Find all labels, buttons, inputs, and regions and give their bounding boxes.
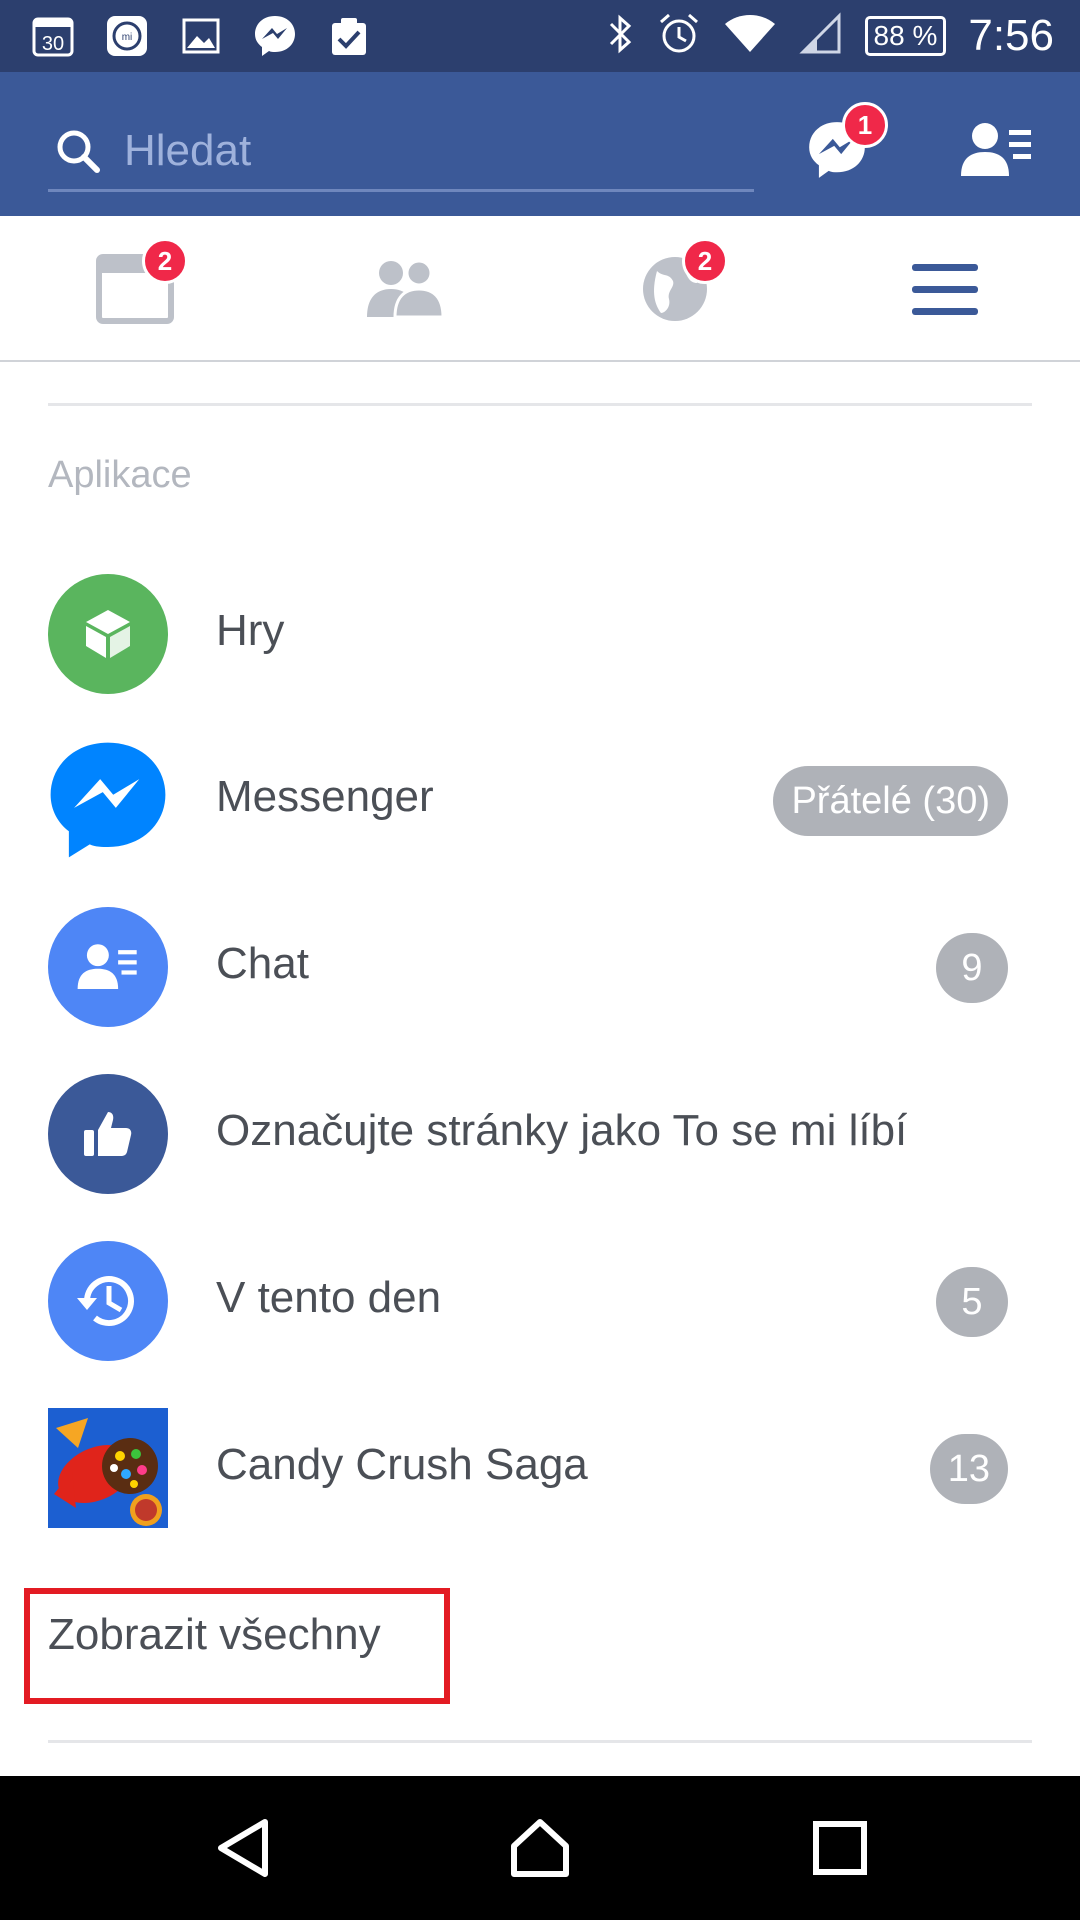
thumbs-up-icon (48, 1074, 168, 1194)
recents-icon (813, 1821, 867, 1875)
search-input[interactable] (124, 125, 724, 176)
notification-icons: 30 mi (30, 10, 372, 62)
calendar-icon: 30 (30, 13, 76, 59)
tab-bar: 2 2 (0, 216, 1080, 362)
signal-icon (798, 11, 843, 61)
count-badge: 9 (936, 933, 1008, 1003)
contacts-icon (48, 907, 168, 1027)
recents-button[interactable] (795, 1808, 885, 1888)
calendar-day: 30 (42, 33, 64, 55)
system-status: 88 % 7:56 (605, 0, 1054, 72)
news-feed-badge: 2 (142, 238, 188, 284)
back-button[interactable] (198, 1808, 288, 1888)
app-item-messenger[interactable]: Messenger Přátelé (30) (0, 716, 1080, 882)
home-icon (511, 1819, 569, 1877)
app-header: 1 (0, 72, 1080, 216)
tab-friend-requests[interactable] (360, 244, 450, 334)
friends-icon (367, 259, 445, 319)
friends-list-button[interactable] (952, 108, 1042, 192)
app-label: Hry (216, 606, 285, 655)
navigation-bar (0, 1776, 1080, 1920)
app-item-chat[interactable]: Chat 9 (0, 883, 1080, 1049)
tab-news-feed[interactable]: 2 (90, 238, 188, 334)
alarm-icon (657, 12, 701, 61)
section-divider (48, 403, 1032, 406)
app-label: V tento den (216, 1273, 442, 1322)
see-all-link[interactable]: Zobrazit všechny (48, 1610, 381, 1660)
count-badge: 13 (929, 1434, 1008, 1504)
hamburger-icon (912, 264, 978, 315)
tab-more[interactable] (900, 244, 990, 334)
bottom-divider (48, 1740, 1032, 1743)
battery-indicator: 88 % (864, 16, 947, 56)
wifi-icon (723, 12, 777, 61)
messenger-button[interactable]: 1 (792, 102, 888, 192)
candy-crush-icon (48, 1408, 168, 1528)
messenger-badge: 1 (842, 102, 888, 148)
count-badge: 5 (936, 1267, 1008, 1337)
tab-notifications[interactable]: 2 (630, 238, 728, 334)
svg-text:mi: mi (122, 32, 133, 43)
history-icon (48, 1241, 168, 1361)
section-title: Aplikace (48, 454, 192, 496)
app-label: Messenger (216, 772, 434, 821)
clock: 7:56 (968, 11, 1054, 60)
clipboard-check-icon (326, 13, 372, 59)
app-item-games[interactable]: Hry (0, 550, 1080, 716)
app-item-on-this-day[interactable]: V tento den 5 (0, 1217, 1080, 1383)
friends-count-pill: Přátelé (30) (773, 766, 1008, 836)
cube-icon (48, 574, 168, 694)
status-bar: 30 mi 88 % 7:56 (0, 0, 1080, 72)
app-label: Označujte stránky jako To se mi líbí (216, 1106, 908, 1155)
contacts-icon (961, 123, 1031, 176)
gallery-icon (178, 13, 224, 59)
home-button[interactable] (495, 1808, 585, 1888)
messenger-icon (252, 13, 298, 59)
notifications-badge: 2 (682, 238, 728, 284)
app-item-candy-crush[interactable]: Candy Crush Saga 13 (0, 1384, 1080, 1550)
app-label: Candy Crush Saga (216, 1440, 588, 1489)
app-label: Chat (216, 939, 309, 988)
mi-icon: mi (104, 13, 150, 59)
app-item-like-pages[interactable]: Označujte stránky jako To se mi líbí (0, 1050, 1080, 1216)
back-icon (218, 1819, 268, 1877)
messenger-icon (48, 740, 168, 860)
search-bar[interactable] (48, 112, 754, 192)
bluetooth-icon (605, 12, 635, 61)
search-icon[interactable] (48, 121, 108, 181)
